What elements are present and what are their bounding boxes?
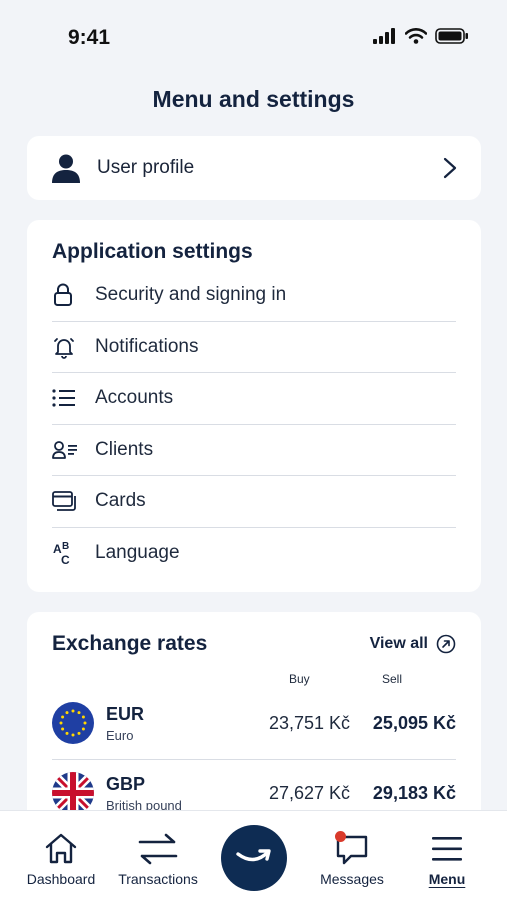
settings-item-notifications[interactable]: Notifications [52, 322, 456, 373]
user-icon [52, 154, 80, 183]
sell-rate: 29,183 Kč [372, 783, 456, 803]
wifi-icon [405, 28, 427, 44]
application-settings-title: Application settings [52, 240, 253, 263]
user-profile-row[interactable]: User profile [27, 136, 481, 200]
tab-label: Messages [320, 871, 384, 887]
svg-text:B: B [62, 541, 69, 552]
home-icon [44, 831, 78, 867]
bell-icon [52, 334, 78, 360]
exchange-rates-card: Exchange rates View all Buy Sell EUR Eur… [27, 612, 481, 832]
sell-column-header: Sell [382, 672, 403, 686]
exchange-rates-header: Exchange rates View all [52, 632, 456, 656]
status-time: 9:41 [68, 26, 111, 49]
settings-item-label: Clients [95, 438, 154, 460]
tab-messages[interactable]: Messages [312, 811, 392, 900]
status-bar: 9:41 [0, 0, 507, 72]
buy-rate: 27,627 Kč [268, 783, 350, 803]
settings-item-accounts[interactable]: Accounts [52, 373, 456, 425]
settings-item-label: Accounts [95, 387, 174, 409]
tab-menu[interactable]: Menu [412, 811, 482, 900]
svg-text:C: C [61, 553, 70, 566]
language-icon: A B C [52, 540, 78, 566]
sell-rate: 25,095 Kč [372, 713, 456, 733]
tab-label: Transactions [118, 871, 198, 887]
signal-icon [373, 28, 395, 44]
currency-name: Euro [106, 728, 134, 743]
page-title: Menu and settings [152, 86, 355, 112]
settings-item-label: Language [95, 542, 180, 564]
rate-row-eur[interactable]: EUR Euro 23,751 Kč 25,095 Kč [52, 690, 456, 760]
clients-icon [52, 437, 78, 463]
transfer-arrows-icon [138, 831, 178, 867]
settings-item-label: Notifications [95, 335, 199, 357]
tab-label: Menu [428, 871, 466, 887]
settings-item-security[interactable]: Security and signing in [52, 270, 456, 322]
view-all-label: View all [369, 635, 428, 652]
user-profile-label: User profile [97, 157, 195, 178]
center-action-button[interactable] [221, 825, 287, 891]
buy-column-header: Buy [289, 672, 310, 686]
tab-dashboard[interactable]: Dashboard [22, 811, 100, 900]
settings-item-language[interactable]: A B C Language [52, 528, 456, 580]
arrow-up-right-circle-icon [436, 634, 456, 654]
settings-item-label: Security and signing in [95, 284, 287, 306]
view-all-link[interactable]: View all [370, 634, 456, 654]
application-settings-card: Application settings Security and signin… [27, 220, 481, 592]
currency-code: GBP [106, 774, 146, 794]
settings-list: Security and signing in Notifications Ac… [52, 270, 456, 579]
eu-flag-icon [52, 702, 94, 744]
buy-rate: 23,751 Kč [268, 713, 350, 733]
list-icon [52, 385, 78, 411]
tab-label: Dashboard [26, 871, 96, 887]
rates-column-headers: Buy Sell [52, 656, 456, 690]
chevron-right-icon [443, 157, 457, 179]
lock-icon [52, 282, 78, 308]
settings-item-label: Cards [95, 490, 146, 512]
status-icons [373, 28, 469, 44]
tab-transactions[interactable]: Transactions [111, 811, 205, 900]
notification-badge [335, 831, 346, 842]
chat-bubble-icon [334, 831, 370, 867]
brand-smile-icon [236, 849, 271, 862]
uk-flag-icon [52, 772, 94, 814]
settings-item-clients[interactable]: Clients [52, 425, 456, 476]
battery-icon [435, 28, 468, 44]
hamburger-menu-icon [430, 831, 464, 867]
bottom-tab-bar: Dashboard Transactions Messages Menu [0, 810, 507, 900]
cards-icon [52, 488, 78, 514]
exchange-rates-title: Exchange rates [52, 632, 208, 655]
currency-code: EUR [106, 704, 145, 724]
settings-item-cards[interactable]: Cards [52, 476, 456, 528]
